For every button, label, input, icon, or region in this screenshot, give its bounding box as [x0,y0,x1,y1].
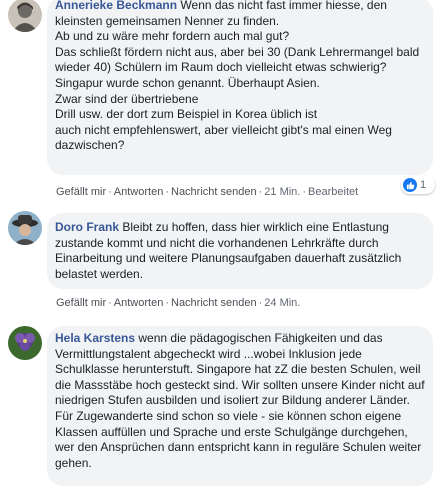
send-message-link[interactable]: Nachricht senden [171,297,257,309]
reply-link[interactable]: Antworten [114,186,164,198]
avatar-photo-icon [8,326,42,360]
avatar-photo-icon [8,211,42,245]
like-link[interactable]: Gefällt mir [56,297,106,309]
comment-body: Wenn das nicht fast immer hiesse, den kl… [55,0,420,153]
avatar[interactable] [8,211,42,245]
like-link[interactable]: Gefällt mir [56,186,106,198]
comment-body: wenn die pädagogischen Fähigkeiten und d… [55,331,425,470]
comment-text: Annerieke Beckmann Wenn das nicht fast i… [55,0,425,154]
separator: · [108,297,112,309]
comment-author[interactable]: Doro Frank [55,220,119,234]
avatar[interactable] [8,326,42,360]
comment-author[interactable]: Annerieke Beckmann [55,0,177,12]
comment-text: Hela Karstens wenn die pädagogischen Fäh… [55,331,425,471]
comment-bubble: Hela Karstens wenn die pädagogischen Fäh… [47,326,433,486]
separator: · [165,297,169,309]
send-message-link[interactable]: Nachricht senden [171,186,257,198]
comment-bubble: Doro Frank Bleibt zu hoffen, dass hier w… [47,213,433,289]
reply-link[interactable]: Antworten [114,297,164,309]
timestamp[interactable]: 21 Min. [264,186,300,198]
reaction-count: 1 [420,179,427,191]
separator: · [302,186,307,198]
thumbs-up-icon [403,178,417,192]
comment-author[interactable]: Hela Karstens [55,331,135,345]
separator: · [165,186,169,198]
comment-actions: Gefällt mir · Antworten · Nachricht senden · 2… [56,296,300,310]
edited-label: Bearbeitet [308,186,359,198]
reaction-badge[interactable]: 1 [401,176,435,194]
timestamp[interactable]: 24 Min. [264,297,300,309]
separator: · [108,186,112,198]
avatar-photo-icon [8,0,42,32]
comment-text: Doro Frank Bleibt zu hoffen, dass hier w… [55,220,425,282]
comment-bubble: Annerieke Beckmann Wenn das nicht fast i… [47,0,433,175]
avatar[interactable] [8,0,42,32]
comment-actions: Gefällt mir · Antworten · Nachricht senden · 2… [56,185,358,199]
